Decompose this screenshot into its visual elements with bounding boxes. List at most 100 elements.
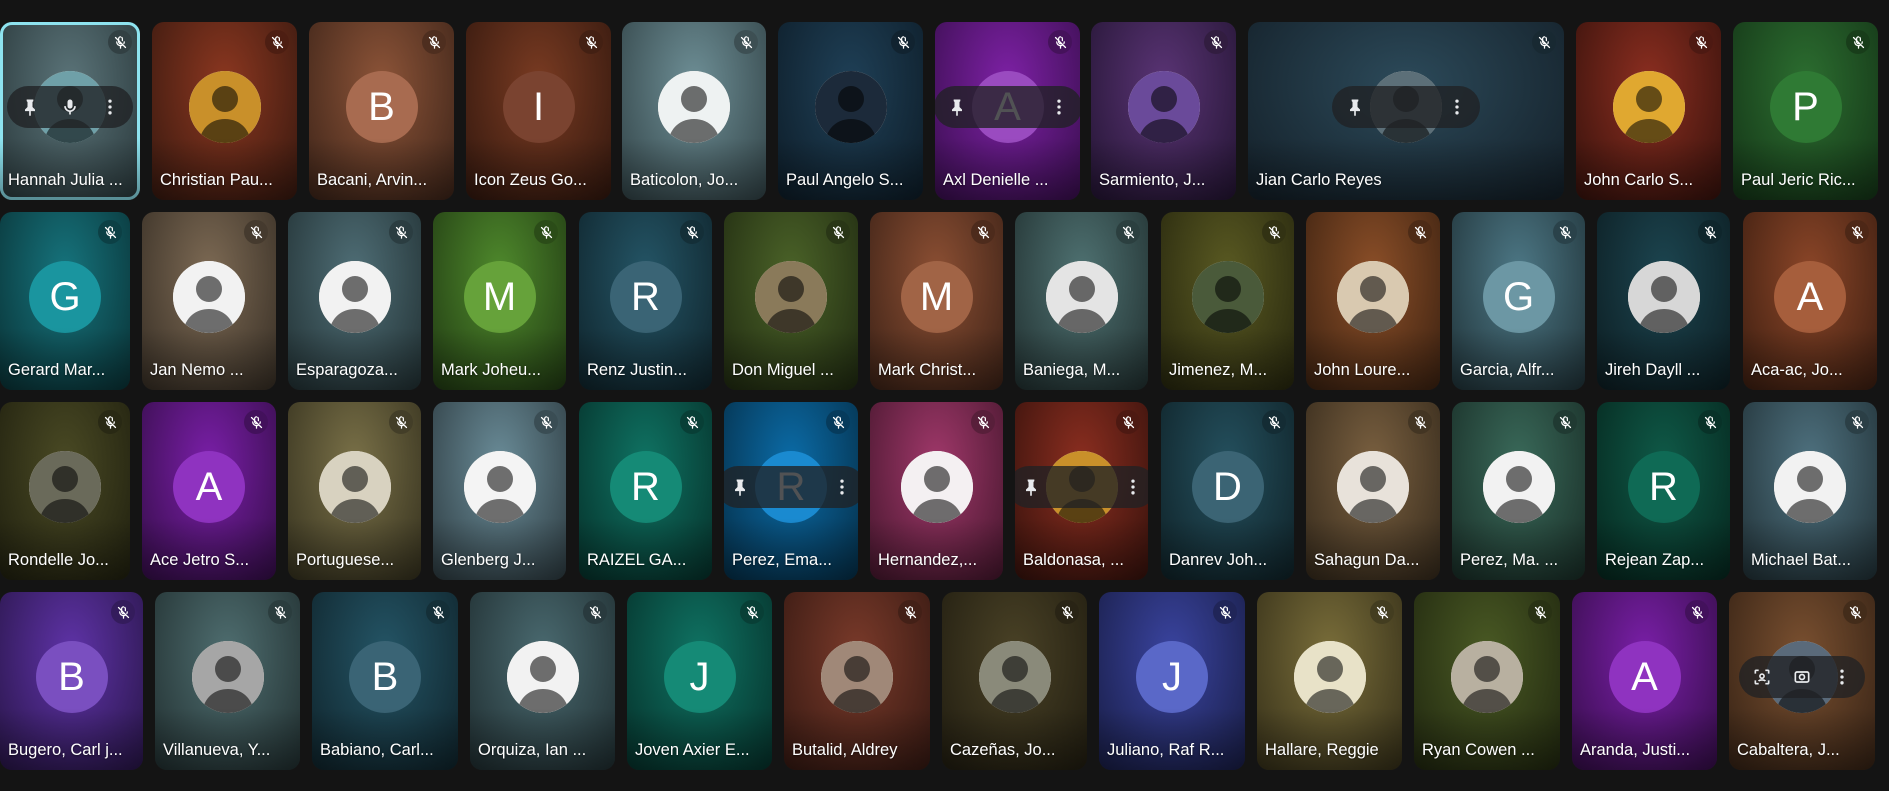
- more-vert-icon[interactable]: [1122, 476, 1144, 498]
- participant-tile[interactable]: P Paul Jeric Ric...: [1733, 22, 1878, 200]
- participant-tile[interactable]: Ryan Cowen ...: [1414, 592, 1560, 770]
- avatar-initial: B: [35, 641, 108, 714]
- participant-tile[interactable]: Jan Nemo ...: [142, 212, 276, 390]
- participant-tile[interactable]: B Bacani, Arvin...: [309, 22, 454, 200]
- participant-tile[interactable]: Baldonasa, ...: [1015, 402, 1148, 580]
- participant-tile[interactable]: Michael Bat...: [1743, 402, 1877, 580]
- avatar-photo: [173, 261, 245, 334]
- frame-icon[interactable]: [1751, 666, 1773, 688]
- mic-off-icon: [1116, 410, 1140, 434]
- mic-off-icon: [1689, 30, 1713, 54]
- name-scrim: [1306, 518, 1440, 580]
- participant-tile[interactable]: Baniega, M...: [1015, 212, 1148, 390]
- participant-tile[interactable]: Sarmiento, J...: [1091, 22, 1236, 200]
- pin-icon[interactable]: [946, 96, 968, 118]
- name-scrim: [1161, 518, 1294, 580]
- avatar-photo: [318, 451, 391, 524]
- participant-tile[interactable]: Villanueva, Y...: [155, 592, 300, 770]
- participant-tile[interactable]: Orquiza, Ian ...: [470, 592, 615, 770]
- participant-tile[interactable]: R Renz Justin...: [579, 212, 712, 390]
- participant-tile[interactable]: Sahagun Da...: [1306, 402, 1440, 580]
- participant-tile[interactable]: Christian Pau...: [152, 22, 297, 200]
- mic-off-icon: [108, 30, 132, 54]
- tile-controls: [1739, 656, 1865, 699]
- participant-tile[interactable]: Cabaltera, J...: [1729, 592, 1875, 770]
- name-scrim: [0, 138, 140, 200]
- avatar-initial: A: [1608, 641, 1681, 714]
- pin-icon[interactable]: [1344, 96, 1366, 118]
- mic-off-icon: [268, 600, 292, 624]
- participant-tile[interactable]: A Ace Jetro S...: [142, 402, 276, 580]
- participant-name: Hannah Julia ...: [8, 171, 123, 189]
- participant-name: Baticolon, Jo...: [630, 171, 739, 189]
- participant-tile[interactable]: Glenberg J...: [433, 402, 566, 580]
- name-scrim: [724, 328, 858, 390]
- name-scrim: [433, 328, 566, 390]
- participant-tile[interactable]: Jireh Dayll ...: [1597, 212, 1730, 390]
- avatar-initial: G: [29, 261, 101, 334]
- avatar-photo: [900, 451, 973, 524]
- more-vert-icon[interactable]: [99, 96, 121, 118]
- participant-tile[interactable]: John Loure...: [1306, 212, 1440, 390]
- participant-tile[interactable]: Butalid, Aldrey: [784, 592, 930, 770]
- more-vert-icon[interactable]: [1446, 96, 1468, 118]
- participant-tile[interactable]: Portuguese...: [288, 402, 421, 580]
- name-scrim: [935, 138, 1080, 200]
- participant-tile[interactable]: Jian Carlo Reyes: [1248, 22, 1564, 200]
- participant-tile[interactable]: J Joven Axier E...: [627, 592, 772, 770]
- participant-tile[interactable]: Esparagoza...: [288, 212, 421, 390]
- avatar-initial: A: [1774, 261, 1846, 334]
- participant-tile[interactable]: J Juliano, Raf R...: [1099, 592, 1245, 770]
- participant-tile[interactable]: Hannah Julia ...: [0, 22, 140, 200]
- participant-tile[interactable]: G Garcia, Alfr...: [1452, 212, 1585, 390]
- participant-tile[interactable]: B Bugero, Carl j...: [0, 592, 143, 770]
- participant-name: RAIZEL GA...: [587, 551, 687, 569]
- mic-icon[interactable]: [59, 96, 81, 118]
- participant-tile[interactable]: John Carlo S...: [1576, 22, 1721, 200]
- participant-name: Garcia, Alfr...: [1460, 361, 1555, 379]
- participant-tile[interactable]: Perez, Ma. ...: [1452, 402, 1585, 580]
- more-vert-icon[interactable]: [831, 476, 853, 498]
- participant-tile[interactable]: Jimenez, M...: [1161, 212, 1294, 390]
- name-scrim: [1161, 328, 1294, 390]
- avatar-photo: [755, 261, 827, 334]
- avatar-photo: [463, 451, 536, 524]
- participant-name: Baldonasa, ...: [1023, 551, 1124, 569]
- participant-tile[interactable]: Hallare, Reggie: [1257, 592, 1402, 770]
- participant-tile[interactable]: B Babiano, Carl...: [312, 592, 458, 770]
- participant-tile[interactable]: Rondelle Jo...: [0, 402, 130, 580]
- more-vert-icon[interactable]: [1831, 666, 1853, 688]
- participant-tile[interactable]: Cazeñas, Jo...: [942, 592, 1087, 770]
- name-scrim: [1248, 138, 1564, 200]
- mic-off-icon: [1528, 600, 1552, 624]
- participant-tile[interactable]: R Rejean Zap...: [1597, 402, 1730, 580]
- participant-tile[interactable]: A Aca-ac, Jo...: [1743, 212, 1877, 390]
- pin-icon[interactable]: [1020, 476, 1042, 498]
- participant-tile[interactable]: G Gerard Mar...: [0, 212, 130, 390]
- participant-tile[interactable]: I Icon Zeus Go...: [466, 22, 611, 200]
- participant-tile[interactable]: A Aranda, Justi...: [1572, 592, 1717, 770]
- participant-name: Mark Christ...: [878, 361, 977, 379]
- visual-effects-icon[interactable]: [1791, 666, 1813, 688]
- participant-tile[interactable]: Hernandez,...: [870, 402, 1003, 580]
- avatar-photo: [29, 451, 101, 524]
- more-vert-icon[interactable]: [1048, 96, 1070, 118]
- pin-icon[interactable]: [19, 96, 41, 118]
- mic-off-icon: [244, 410, 268, 434]
- name-scrim: [1452, 328, 1585, 390]
- participant-tile[interactable]: Don Miguel ...: [724, 212, 858, 390]
- participant-tile[interactable]: M Mark Christ...: [870, 212, 1003, 390]
- pin-icon[interactable]: [729, 476, 751, 498]
- name-scrim: [870, 518, 1003, 580]
- participant-tile[interactable]: Baticolon, Jo...: [622, 22, 766, 200]
- participant-tile[interactable]: RPerez, Ema...: [724, 402, 858, 580]
- avatar-spacer: [1384, 96, 1428, 118]
- participant-tile[interactable]: Paul Angelo S...: [778, 22, 923, 200]
- participant-tile[interactable]: D Danrev Joh...: [1161, 402, 1294, 580]
- participant-name: Esparagoza...: [296, 361, 398, 379]
- avatar-initial: I: [502, 71, 575, 144]
- participant-tile[interactable]: M Mark Joheu...: [433, 212, 566, 390]
- participant-name: Bacani, Arvin...: [317, 171, 428, 189]
- participant-tile[interactable]: AAxl Denielle ...: [935, 22, 1080, 200]
- participant-tile[interactable]: R RAIZEL GA...: [579, 402, 712, 580]
